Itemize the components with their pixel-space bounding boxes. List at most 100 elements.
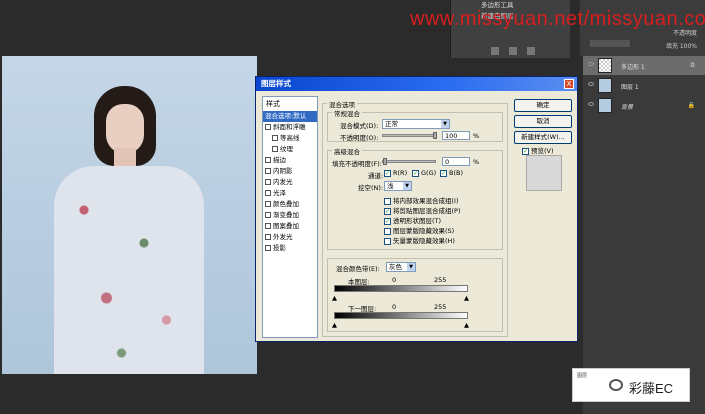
advanced-blending-legend: 高级混合 bbox=[332, 146, 362, 156]
photo-face bbox=[106, 104, 144, 154]
new-style-button[interactable]: 新建样式(W)... bbox=[514, 131, 572, 144]
styles-list: 样式 混合选项:默认 斜面和浮雕 等高线 纹理 描边 内阴影 内发光 光泽 颜色… bbox=[262, 96, 318, 338]
style-item-label: 图案叠加 bbox=[273, 222, 299, 230]
style-item-inner-shadow[interactable]: 内阴影 bbox=[263, 166, 317, 177]
fill-opacity-label: 填充不透明度(F): bbox=[332, 160, 383, 168]
dialog-title: 图层样式 bbox=[256, 77, 577, 91]
opacity-input[interactable]: 100 bbox=[442, 131, 470, 140]
style-item-color-overlay[interactable]: 颜色叠加 bbox=[263, 199, 317, 210]
style-item-label: 混合选项:默认 bbox=[265, 112, 307, 120]
style-checkbox[interactable] bbox=[265, 124, 271, 130]
check-icon: ✓ bbox=[384, 169, 391, 177]
layer-name: 图层 1 bbox=[621, 84, 639, 91]
snapshot-icon[interactable] bbox=[491, 47, 499, 55]
style-checkbox[interactable] bbox=[265, 201, 271, 207]
chevron-down-icon: ▼ bbox=[403, 182, 411, 190]
style-checkbox[interactable] bbox=[265, 179, 271, 185]
style-checkbox[interactable] bbox=[272, 146, 278, 152]
eye-icon[interactable] bbox=[588, 102, 594, 106]
eye-icon[interactable] bbox=[588, 62, 594, 66]
badge-logo-icon bbox=[609, 379, 623, 391]
slider-right-icon[interactable]: ▲ bbox=[464, 321, 469, 329]
photo-dress bbox=[54, 166, 204, 374]
style-checkbox[interactable] bbox=[265, 245, 271, 251]
this-layer-max: 255 bbox=[434, 276, 447, 284]
slider-knob[interactable] bbox=[383, 158, 387, 165]
option-label: 图层蒙版隐藏效果(S) bbox=[393, 227, 455, 235]
style-checkbox[interactable] bbox=[265, 234, 271, 240]
slider-right-icon[interactable]: ▲ bbox=[464, 294, 469, 302]
blend-if-select[interactable]: 灰色 ▼ bbox=[386, 262, 416, 272]
style-item-stroke[interactable]: 描边 bbox=[263, 155, 317, 166]
channel-g-checkbox[interactable]: ✓ G(G) bbox=[412, 169, 436, 177]
fill-label: 填充 100% bbox=[665, 43, 697, 50]
checkbox-box bbox=[384, 237, 391, 245]
style-item-label: 斜面和浮雕 bbox=[273, 123, 306, 131]
lock-icon: 🔒 bbox=[687, 102, 695, 109]
style-item-drop-shadow[interactable]: 投影 bbox=[263, 243, 317, 254]
style-item-contour[interactable]: 等高线 bbox=[263, 133, 317, 144]
style-checkbox[interactable] bbox=[265, 190, 271, 196]
underlying-layer-gradient-slider[interactable] bbox=[334, 312, 468, 319]
fill-opacity-input[interactable]: 0 bbox=[442, 157, 470, 166]
chevron-down-icon: ▼ bbox=[441, 120, 449, 128]
this-layer-gradient-slider[interactable] bbox=[334, 285, 468, 292]
style-item-pattern-overlay[interactable]: 图案叠加 bbox=[263, 221, 317, 232]
transparency-shapes-checkbox[interactable]: ✓ 透明形状图层(T) bbox=[384, 215, 441, 225]
checkbox-box bbox=[384, 197, 391, 205]
style-checkbox[interactable] bbox=[265, 223, 271, 229]
style-item-bevel[interactable]: 斜面和浮雕 bbox=[263, 122, 317, 133]
layer-row-layer1[interactable]: 图层 1 bbox=[583, 76, 705, 95]
style-item-inner-glow[interactable]: 内发光 bbox=[263, 177, 317, 188]
layer-thumbnail bbox=[598, 78, 612, 93]
slider-knob[interactable] bbox=[433, 132, 437, 139]
watermark-badge: 图层 彩藤EC bbox=[572, 368, 690, 402]
checkbox-box bbox=[384, 227, 391, 235]
underlying-layer-min: 0 bbox=[392, 303, 397, 311]
style-checkbox[interactable] bbox=[265, 168, 271, 174]
vector-mask-hides-checkbox[interactable]: 矢量蒙版隐藏效果(H) bbox=[384, 235, 455, 245]
layer-thumbnail bbox=[598, 98, 612, 113]
opacity-slider[interactable] bbox=[382, 132, 437, 139]
blend-mode-select[interactable]: 正常 ▼ bbox=[382, 119, 450, 129]
cancel-button[interactable]: 取消 bbox=[514, 115, 572, 128]
style-item-label: 渐变叠加 bbox=[273, 211, 299, 219]
slider-left-icon[interactable]: ▲ bbox=[332, 321, 337, 329]
camera-icon[interactable] bbox=[509, 47, 517, 55]
document-canvas bbox=[2, 56, 257, 374]
ok-button[interactable]: 确定 bbox=[514, 99, 572, 112]
layer-mask-hides-checkbox[interactable]: 图层蒙版隐藏效果(S) bbox=[384, 225, 454, 235]
preview-checkbox[interactable]: ✓ 预览(V) bbox=[522, 145, 554, 155]
style-item-label: 外发光 bbox=[273, 233, 293, 241]
check-icon: ✓ bbox=[412, 169, 419, 177]
eye-icon[interactable] bbox=[588, 82, 594, 86]
check-icon: ✓ bbox=[384, 207, 391, 215]
style-item-outer-glow[interactable]: 外发光 bbox=[263, 232, 317, 243]
trash-icon[interactable] bbox=[527, 47, 535, 55]
styles-header: 样式 bbox=[266, 100, 280, 108]
style-item-satin[interactable]: 光泽 bbox=[263, 188, 317, 199]
channel-label: R(R) bbox=[393, 169, 408, 177]
option-label: 矢量蒙版隐藏效果(H) bbox=[393, 237, 455, 245]
style-checkbox[interactable] bbox=[272, 135, 278, 141]
blend-clipped-checkbox[interactable]: ✓ 将剪贴图层混合成组(P) bbox=[384, 205, 461, 215]
knockout-select[interactable]: 浅 ▼ bbox=[384, 181, 412, 191]
style-item-blending-options[interactable]: 混合选项:默认 bbox=[263, 111, 317, 122]
history-toolbar bbox=[491, 47, 535, 55]
style-item-label: 描边 bbox=[273, 156, 286, 164]
channel-r-checkbox[interactable]: ✓ R(R) bbox=[384, 169, 407, 177]
blend-interior-checkbox[interactable]: 将内部效果混合成组(I) bbox=[384, 195, 459, 205]
style-item-texture[interactable]: 纹理 bbox=[263, 144, 317, 155]
chevron-down-icon: ▼ bbox=[407, 263, 415, 271]
style-item-gradient-overlay[interactable]: 渐变叠加 bbox=[263, 210, 317, 221]
channel-b-checkbox[interactable]: ✓ B(B) bbox=[440, 169, 463, 177]
slider-left-icon[interactable]: ▲ bbox=[332, 294, 337, 302]
layer-row-polygon[interactable]: 多边形 1 ◘ bbox=[583, 56, 705, 75]
layer-row-background[interactable]: 背景 🔒 bbox=[583, 96, 705, 115]
style-checkbox[interactable] bbox=[265, 157, 271, 163]
close-icon[interactable]: X bbox=[564, 79, 574, 89]
style-checkbox[interactable] bbox=[265, 212, 271, 218]
layer-filter-icons[interactable] bbox=[590, 40, 630, 47]
knockout-value: 浅 bbox=[387, 182, 394, 190]
fill-opacity-slider[interactable] bbox=[382, 158, 436, 165]
